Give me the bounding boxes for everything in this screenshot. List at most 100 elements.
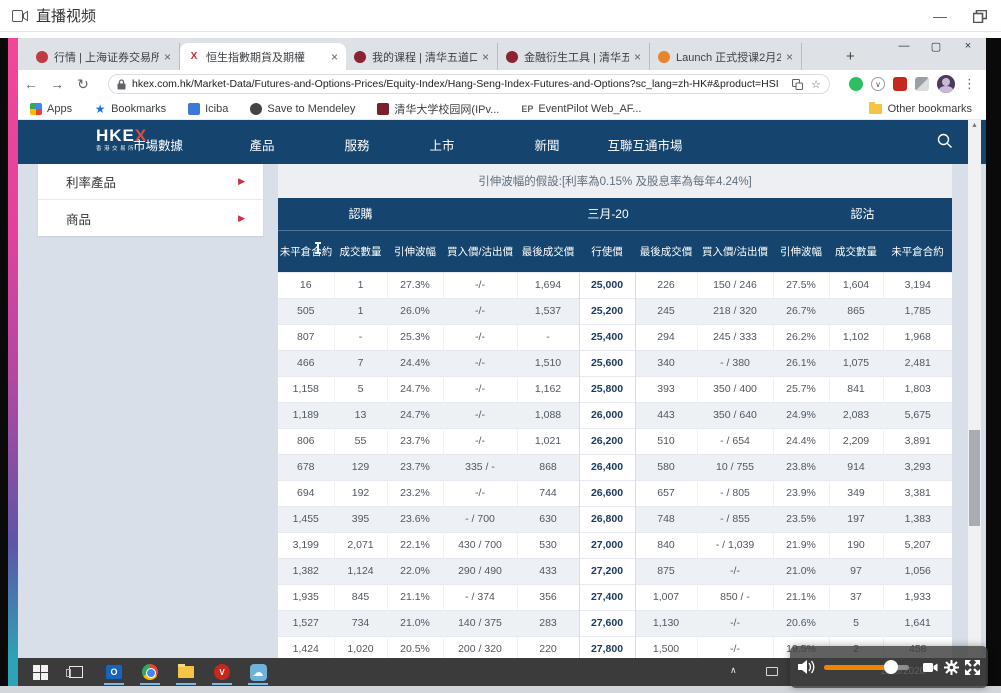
- column-header-8: 引伸波幅: [773, 230, 829, 272]
- browser-tab-4[interactable]: Launch 正式授课2月28日×: [650, 43, 802, 70]
- video-camera-icon: [12, 10, 28, 22]
- cloud-app-taskbar-icon[interactable]: ☁: [244, 661, 272, 683]
- browser-tab-2[interactable]: 我的课程 | 清华五道口金融学 ×: [346, 43, 498, 70]
- bookmark-item-2[interactable]: Iciba: [188, 103, 228, 115]
- volume-slider[interactable]: [824, 665, 909, 670]
- value-cell: 1,124: [334, 558, 387, 584]
- option-row: 8065523.7%-/-1,02126,200510- / 65424.4%2…: [278, 428, 952, 454]
- value-cell: 25.3%: [387, 324, 443, 350]
- volume-icon[interactable]: [798, 659, 816, 675]
- player-restore-button[interactable]: [973, 10, 987, 23]
- tray-icon[interactable]: [766, 667, 778, 676]
- bookmark-star-icon[interactable]: ☆: [811, 78, 821, 91]
- nav-item-3[interactable]: 上市: [429, 135, 454, 154]
- value-cell: 26.0%: [387, 298, 443, 324]
- tab-title: 我的课程 | 清华五道口金融学: [372, 49, 477, 65]
- value-cell: 218 / 320: [697, 298, 773, 324]
- value-cell: 1,075: [829, 350, 883, 376]
- browser-maximize-button[interactable]: ▢: [928, 40, 944, 53]
- value-cell: 807: [278, 324, 334, 350]
- value-cell: 294: [635, 324, 697, 350]
- nav-item-5[interactable]: 互聯互通市場: [607, 135, 682, 154]
- tab-close-icon[interactable]: ×: [786, 50, 793, 64]
- sidebar-item-0[interactable]: 利率產品▶: [38, 164, 263, 200]
- options-price-table: 認購 三月-20 認沽 未平倉合約成交數量引伸波幅買入價/沽出價最後成交價行使價…: [278, 198, 952, 658]
- expressvpn-taskbar-icon[interactable]: V: [208, 661, 236, 683]
- globe-icon: [250, 103, 262, 115]
- lastpass-extension-icon[interactable]: [893, 77, 907, 91]
- record-camera-icon[interactable]: [923, 662, 938, 673]
- other-bookmarks[interactable]: Other bookmarks: [869, 103, 972, 115]
- value-cell: - / 805: [697, 480, 773, 506]
- scroll-up-arrow[interactable]: ▲: [968, 122, 981, 129]
- tab-close-icon[interactable]: ×: [634, 50, 641, 64]
- browser-menu-icon[interactable]: ⋮: [963, 76, 976, 92]
- bookmark-item-3[interactable]: Save to Mendeley: [250, 103, 355, 115]
- translate-icon[interactable]: [792, 79, 803, 90]
- sidebar-item-label: 商品: [66, 209, 91, 228]
- reload-button[interactable]: ↻: [70, 76, 96, 93]
- nav-item-2[interactable]: 服務: [344, 135, 369, 154]
- pocket-extension-icon[interactable]: ∨: [871, 77, 885, 91]
- page-scrollbar[interactable]: ▲: [968, 120, 981, 658]
- strike-cell: 27,000: [579, 532, 635, 558]
- folder-icon: [869, 104, 882, 114]
- bookmark-item-5[interactable]: EPEventPilot Web_AF...: [521, 103, 641, 115]
- column-header-3: 買入價/沽出價: [443, 230, 517, 272]
- back-button[interactable]: ←: [18, 76, 44, 92]
- value-cell: -/-: [443, 324, 517, 350]
- start-button[interactable]: [26, 661, 54, 683]
- value-cell: 744: [517, 480, 579, 506]
- option-row: 3,1992,07122.1%430 / 70053027,000840- / …: [278, 532, 952, 558]
- tab-close-icon[interactable]: ×: [164, 50, 171, 64]
- player-minimize-button[interactable]: —: [933, 9, 947, 23]
- sidebar-item-1[interactable]: 商品▶: [38, 200, 263, 236]
- search-icon[interactable]: [937, 133, 953, 154]
- browser-minimize-button[interactable]: —: [896, 40, 912, 53]
- browser-tab-0[interactable]: 行情 | 上海证券交易所×: [28, 43, 180, 70]
- profile-avatar[interactable]: [937, 75, 955, 93]
- browser-tab-3[interactable]: 金融衍生工具 | 清华五道口金×: [498, 43, 650, 70]
- value-cell: 1,158: [278, 376, 334, 402]
- value-cell: 190: [829, 532, 883, 558]
- value-cell: 850 / -: [697, 584, 773, 610]
- tab-close-icon[interactable]: ×: [482, 50, 489, 64]
- nav-item-1[interactable]: 產品: [249, 135, 274, 154]
- strike-cell: 25,200: [579, 298, 635, 324]
- address-bar[interactable]: hkex.com.hk/Market-Data/Futures-and-Opti…: [108, 74, 830, 94]
- extension-icon[interactable]: [915, 77, 929, 91]
- value-cell: 24.4%: [773, 428, 829, 454]
- value-cell: 26.1%: [773, 350, 829, 376]
- video-frame: 行情 | 上海证券交易所×X恒生指數期貨及期權× 我的课程 | 清华五道口金融学 ×…: [0, 32, 1001, 693]
- value-cell: 350 / 640: [697, 402, 773, 428]
- tray-expand-caret[interactable]: ∧: [730, 665, 737, 676]
- outlook-taskbar-icon[interactable]: O: [100, 661, 128, 683]
- evernote-extension-icon[interactable]: [849, 77, 863, 91]
- fullscreen-icon[interactable]: [965, 660, 980, 675]
- value-cell: - / 1,039: [697, 532, 773, 558]
- bookmark-item-4[interactable]: 清华大学校园网(IPv...: [377, 101, 499, 117]
- new-tab-button[interactable]: +: [846, 48, 855, 65]
- browser-close-button[interactable]: ×: [960, 40, 976, 53]
- bookmark-item-0[interactable]: Apps: [30, 103, 72, 115]
- chrome-taskbar-icon[interactable]: [136, 661, 164, 683]
- nav-item-0[interactable]: 市場數據: [133, 135, 183, 154]
- value-cell: 1,935: [278, 584, 334, 610]
- slider-knob[interactable]: [884, 660, 898, 674]
- value-cell: 2,083: [829, 402, 883, 428]
- tab-close-icon[interactable]: ×: [331, 50, 338, 64]
- nav-item-4[interactable]: 新聞: [534, 135, 559, 154]
- value-cell: 1,455: [278, 506, 334, 532]
- file-explorer-taskbar-icon[interactable]: [172, 661, 200, 683]
- left-letterbox: [0, 38, 8, 686]
- scrollbar-thumb[interactable]: [969, 430, 980, 526]
- value-cell: 24.9%: [773, 402, 829, 428]
- settings-gear-icon[interactable]: [944, 660, 959, 675]
- forward-button[interactable]: →: [44, 76, 70, 92]
- value-cell: 2,209: [829, 428, 883, 454]
- task-view-button[interactable]: [62, 661, 90, 683]
- bookmark-item-1[interactable]: ★Bookmarks: [94, 103, 166, 115]
- value-cell: 22.0%: [387, 558, 443, 584]
- value-cell: 24.4%: [387, 350, 443, 376]
- browser-tab-1[interactable]: X恒生指數期貨及期權×: [180, 43, 346, 70]
